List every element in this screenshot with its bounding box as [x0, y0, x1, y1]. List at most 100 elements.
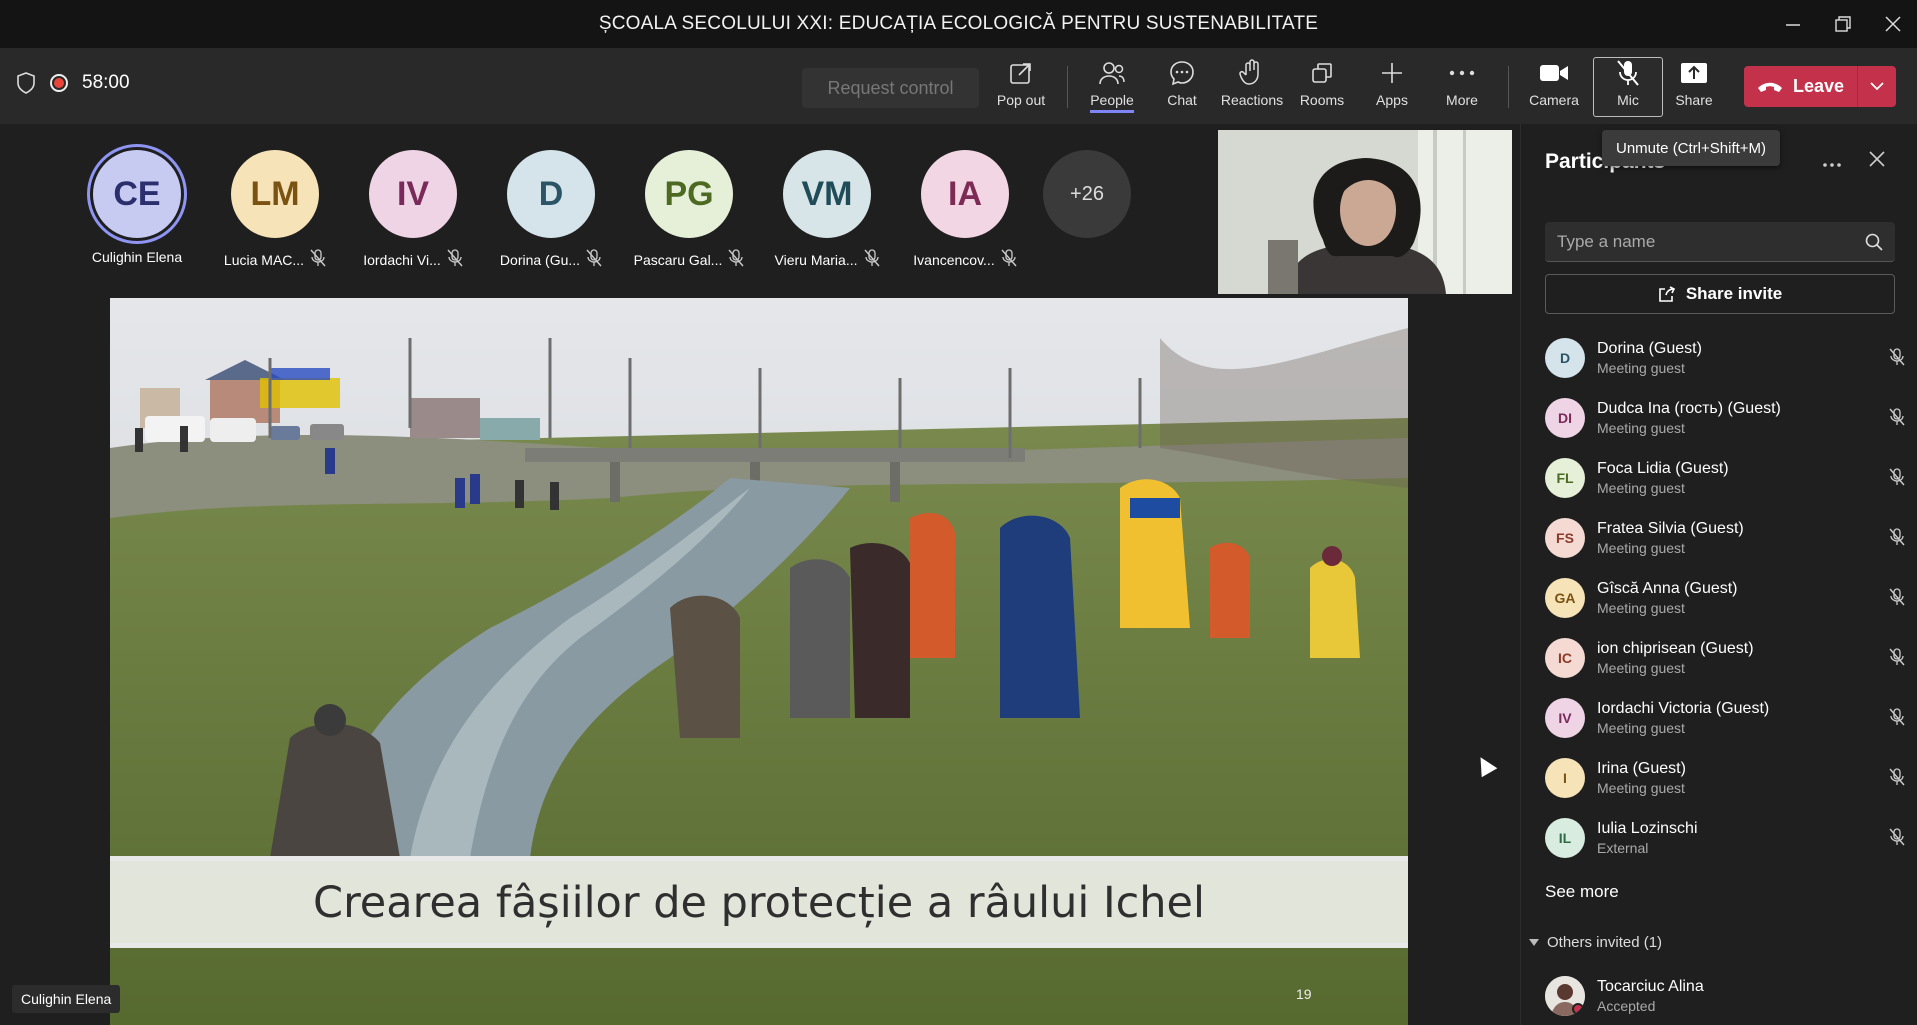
participant-name: Lucia MAC...	[223, 251, 305, 268]
mic-off-icon[interactable]	[1889, 708, 1905, 731]
avatar: VM	[783, 150, 871, 238]
stage-participant[interactable]: CE Culighin Elena	[68, 150, 206, 270]
avatar: I	[1545, 758, 1585, 798]
apps-button[interactable]: Apps	[1357, 58, 1427, 116]
recording-icon[interactable]	[50, 74, 68, 92]
participant-name-row: Dorina (Gu...	[500, 249, 602, 270]
slide-number: 19	[1296, 986, 1312, 1002]
request-control-button[interactable]: Request control	[802, 68, 979, 108]
camera-button[interactable]: Camera	[1519, 58, 1589, 116]
mic-off-icon[interactable]	[1889, 468, 1905, 491]
list-item[interactable]: FL Foca Lidia (Guest) Meeting guest	[1545, 448, 1905, 508]
participant-role: Meeting guest	[1597, 480, 1685, 496]
participant-role: Meeting guest	[1597, 660, 1685, 676]
share-tray-icon	[1681, 63, 1707, 83]
share-button[interactable]: Share	[1659, 58, 1729, 116]
list-item[interactable]: D Dorina (Guest) Meeting guest	[1545, 328, 1905, 388]
avatar-photo	[1545, 976, 1585, 1016]
participant-name-row: Culighin Elena	[92, 249, 182, 265]
pop-out-button[interactable]: Pop out	[986, 58, 1056, 116]
list-item[interactable]: DI Dudca Ina (гость) (Guest) Meeting guest	[1545, 388, 1905, 448]
avatar: IL	[1545, 818, 1585, 858]
stage-participant[interactable]: PG Pascaru Gal...	[620, 150, 758, 270]
participant-name: Culighin Elena	[91, 249, 183, 265]
list-item[interactable]: I Irina (Guest) Meeting guest	[1545, 748, 1905, 808]
avatar: DI	[1545, 398, 1585, 438]
mic-off-icon[interactable]	[1889, 648, 1905, 671]
mic-button[interactable]: Mic	[1593, 57, 1663, 117]
mic-off-icon	[728, 249, 744, 270]
share-icon	[1659, 286, 1675, 302]
mic-off-icon[interactable]	[1889, 408, 1905, 431]
overflow-participants-button[interactable]: +26	[1018, 150, 1156, 238]
minimize-icon	[1786, 24, 1800, 26]
mic-off-icon[interactable]	[1889, 768, 1905, 791]
participant-name-row: Lucia MAC...	[224, 249, 326, 270]
mic-off-icon[interactable]	[1889, 588, 1905, 611]
rooms-button[interactable]: Rooms	[1287, 58, 1357, 116]
shield-icon[interactable]	[16, 72, 36, 94]
mic-label: Mic	[1617, 92, 1639, 108]
mic-off-icon	[863, 249, 880, 270]
list-item[interactable]: IL Iulia Lozinschi External	[1545, 808, 1905, 868]
toolbar-divider	[1508, 66, 1509, 108]
participant-name: Iordachi Victoria (Guest)	[1597, 700, 1770, 717]
invited-participant[interactable]: Tocarciuc Alina Accepted	[1545, 976, 1704, 1016]
avatar: D	[1545, 338, 1585, 378]
avatar: FL	[1545, 458, 1585, 498]
share-invite-button[interactable]: Share invite	[1545, 274, 1895, 314]
list-item[interactable]: IC ion chiprisean (Guest) Meeting guest	[1545, 628, 1905, 688]
mic-off-icon	[586, 249, 602, 270]
people-label: People	[1090, 92, 1134, 113]
avatar: LM	[231, 150, 319, 238]
stage-participant[interactable]: VM Vieru Maria...	[758, 150, 896, 270]
panel-more-button[interactable]	[1823, 148, 1841, 174]
participant-name: Iordachi Vi...	[363, 251, 441, 268]
mic-off-icon[interactable]	[1889, 348, 1905, 371]
mic-off-icon	[1001, 249, 1017, 270]
stage-participant[interactable]: IV Iordachi Vi...	[344, 150, 482, 270]
search-icon	[1865, 233, 1883, 251]
participant-name: Fratea Silvia (Guest)	[1597, 520, 1744, 537]
overflow-count: +26	[1043, 150, 1131, 238]
participant-name: Irina (Guest)	[1597, 760, 1686, 777]
stage-participant[interactable]: D Dorina (Gu...	[482, 150, 620, 270]
participant-name-row: Pascaru Gal...	[634, 249, 745, 270]
more-dots-icon	[1449, 70, 1475, 76]
stage-participant[interactable]: LM Lucia MAC...	[206, 150, 344, 270]
close-window-button[interactable]	[1865, 0, 1917, 48]
stage-participant[interactable]: IA Ivancencov...	[896, 150, 1034, 270]
avatar: PG	[645, 150, 733, 238]
meeting-timer: 58:00	[82, 72, 130, 93]
leave-options-dropdown[interactable]	[1858, 66, 1896, 107]
avatar: GA	[1545, 578, 1585, 618]
mic-off-icon[interactable]	[1889, 528, 1905, 551]
avatar: IC	[1545, 638, 1585, 678]
participant-role: Meeting guest	[1597, 540, 1685, 556]
share-invite-label: Share invite	[1685, 284, 1783, 303]
avatar: IV	[1545, 698, 1585, 738]
participant-name: Pascaru Gal...	[633, 251, 723, 268]
list-item[interactable]: FS Fratea Silvia (Guest) Meeting guest	[1545, 508, 1905, 568]
people-button[interactable]: People	[1077, 58, 1147, 116]
participant-search[interactable]: Type a name	[1545, 222, 1895, 262]
more-button[interactable]: More	[1427, 58, 1497, 116]
see-more-link[interactable]: See more	[1545, 882, 1619, 902]
others-invited-label: Others invited (1)	[1547, 934, 1663, 951]
minimize-button[interactable]	[1765, 0, 1821, 48]
participant-name: Dorina (Guest)	[1597, 340, 1702, 357]
reactions-button[interactable]: Reactions	[1217, 58, 1287, 116]
close-icon	[1885, 16, 1901, 32]
others-invited-toggle[interactable]: Others invited (1)	[1529, 934, 1662, 951]
chat-button[interactable]: Chat	[1147, 58, 1217, 116]
toolbar-divider	[1067, 66, 1068, 108]
leave-button[interactable]: Leave	[1744, 66, 1858, 107]
reactions-label: Reactions	[1220, 92, 1284, 108]
list-item[interactable]: IV Iordachi Victoria (Guest) Meeting guest	[1545, 688, 1905, 748]
restore-button[interactable]	[1815, 0, 1871, 48]
list-item[interactable]: GA Gîscă Anna (Guest) Meeting guest	[1545, 568, 1905, 628]
mic-off-icon[interactable]	[1889, 828, 1905, 851]
chevron-down-icon	[1529, 939, 1539, 946]
panel-close-button[interactable]	[1869, 146, 1885, 174]
people-icon	[1099, 62, 1125, 85]
